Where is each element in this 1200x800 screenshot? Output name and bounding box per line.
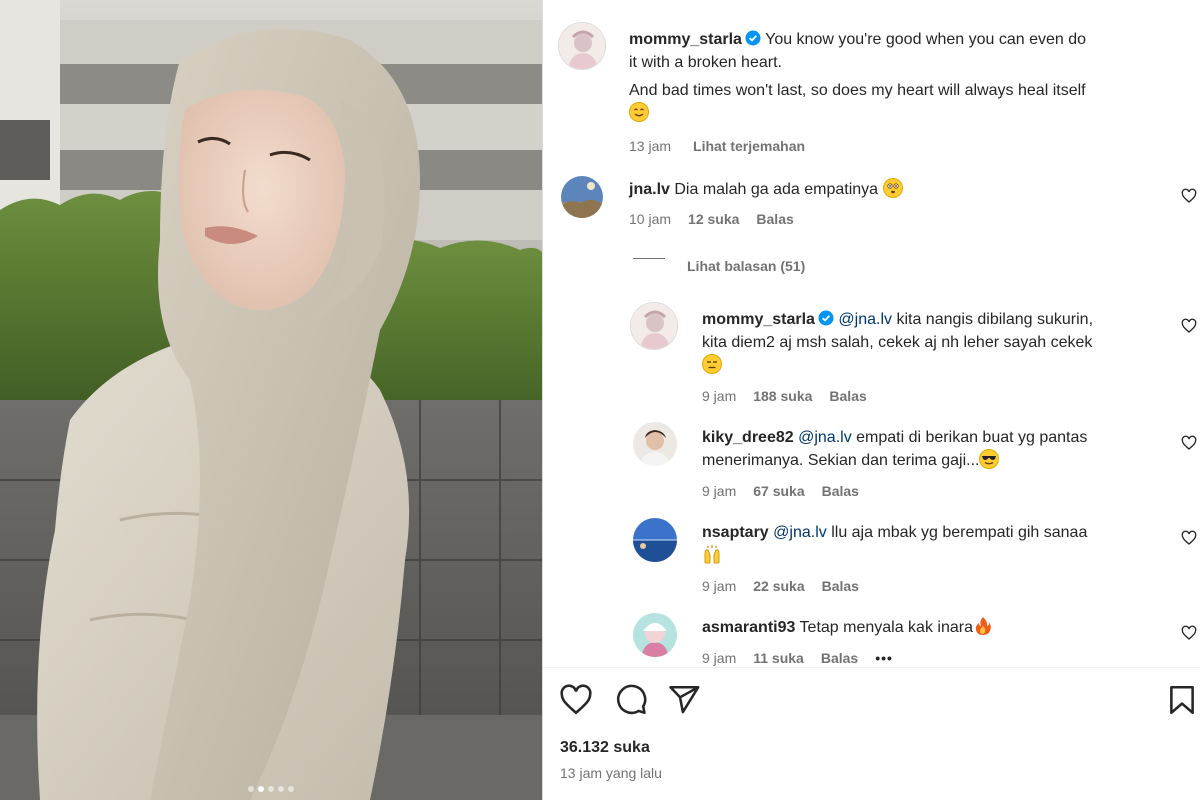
view-replies[interactable]: Lihat balasan (51): [633, 258, 805, 274]
reply-text: asmaranti93 Tetap menyala kak inara: [702, 616, 1172, 639]
reply-meta: 9 jam 67 suka Balas: [702, 483, 859, 499]
verified-icon: [818, 310, 834, 326]
more-icon[interactable]: •••: [875, 650, 893, 666]
action-bar: 36.132 suka 13 jam yang lalu: [543, 667, 1200, 800]
comment-username[interactable]: jna.lv: [629, 181, 670, 198]
reply-body: empati di berikan buat yg pantas: [856, 429, 1088, 446]
heart-icon[interactable]: [1181, 188, 1197, 204]
smiling-face-icon: [629, 102, 649, 122]
divider: [633, 258, 665, 274]
caption-text: And bad times won't last, so does my hea…: [629, 82, 1086, 99]
post-caption: mommy_starla You know you're good when y…: [629, 28, 1200, 74]
reply-likes[interactable]: 11 suka: [753, 650, 804, 666]
carousel-dot: [268, 786, 274, 792]
like-heart-icon[interactable]: [559, 683, 593, 717]
post-photo[interactable]: [0, 0, 542, 800]
post-time: 13 jam: [629, 138, 672, 154]
reply-username[interactable]: kiky_dree82: [702, 429, 794, 446]
reply-time: 9 jam: [702, 388, 737, 404]
avatar[interactable]: [561, 176, 603, 218]
reply-text: nsaptary @jna.lv llu aja mbak yg berempa…: [702, 521, 1172, 567]
reply-body: llu aja mbak yg berempati gih sanaa: [831, 524, 1088, 541]
reply-body: kita nangis dibilang sukurin,: [896, 311, 1094, 328]
raising-hands-icon: [704, 545, 720, 564]
reply-body: kita diem2 aj msh salah, cekek aj nh leh…: [702, 334, 1093, 351]
heart-icon[interactable]: [1181, 625, 1197, 641]
reply-meta: 9 jam 188 suka Balas: [702, 388, 867, 404]
heart-icon[interactable]: [1181, 435, 1197, 451]
mention-link[interactable]: @jna.lv: [838, 311, 892, 328]
post-meta: 13 jam Lihat terjemahan: [629, 138, 805, 154]
view-replies-label[interactable]: Lihat balasan (51): [687, 258, 805, 274]
mention-link[interactable]: @jna.lv: [798, 429, 852, 446]
post-timestamp: 13 jam yang lalu: [560, 765, 662, 781]
reply-body: menerimanya. Sekian dan terima gaji...: [702, 452, 980, 469]
comment-meta: 10 jam 12 suka Balas: [629, 211, 794, 227]
reply-likes[interactable]: 67 suka: [753, 483, 804, 499]
heart-icon[interactable]: [1181, 530, 1197, 546]
reply-time: 9 jam: [702, 650, 737, 666]
comment-body: Dia malah ga ada empatinya: [674, 181, 879, 198]
avatar[interactable]: [633, 613, 677, 657]
verified-icon: [745, 30, 761, 46]
reply-button[interactable]: Balas: [822, 483, 859, 499]
comment-icon[interactable]: [614, 683, 648, 717]
carousel-dot-active: [258, 786, 264, 792]
caption-line: You know you're good when you can even d…: [765, 31, 1087, 48]
fire-icon: [975, 617, 991, 635]
reply-likes[interactable]: 188 suka: [753, 388, 812, 404]
post-username[interactable]: mommy_starla: [629, 31, 742, 48]
carousel-dot: [288, 786, 294, 792]
reply-meta: 9 jam 22 suka Balas: [702, 578, 859, 594]
reply-button[interactable]: Balas: [822, 578, 859, 594]
avatar[interactable]: [630, 302, 678, 350]
bookmark-icon[interactable]: [1165, 683, 1199, 717]
avatar[interactable]: [633, 422, 677, 466]
reply-likes[interactable]: 22 suka: [753, 578, 804, 594]
reply-body: Tetap menyala kak inara: [799, 619, 973, 636]
comment-text: jna.lv Dia malah ga ada empatinya: [629, 178, 903, 201]
carousel-indicator: [0, 786, 542, 792]
mention-link[interactable]: @jna.lv: [773, 524, 827, 541]
translate-link[interactable]: Lihat terjemahan: [693, 138, 805, 154]
heart-icon[interactable]: [1181, 318, 1197, 334]
comment-likes[interactable]: 12 suka: [688, 211, 739, 227]
reply-time: 9 jam: [702, 483, 737, 499]
reply-text: kiky_dree82 @jna.lv empati di berikan bu…: [702, 426, 1172, 472]
like-count[interactable]: 36.132 suka: [560, 739, 650, 757]
reply-username[interactable]: mommy_starla: [702, 311, 815, 328]
comment-time: 10 jam: [629, 211, 672, 227]
reply-meta: 9 jam 11 suka Balas •••: [702, 650, 893, 666]
avatar[interactable]: [558, 22, 606, 70]
flushed-face-icon: [882, 178, 903, 198]
reply-button[interactable]: Balas: [829, 388, 866, 404]
reply-username[interactable]: asmaranti93: [702, 619, 795, 636]
reply-time: 9 jam: [702, 578, 737, 594]
carousel-dot: [278, 786, 284, 792]
photo-image: [0, 0, 542, 800]
caption-line: And bad times won't last, so does my hea…: [629, 79, 1200, 125]
reply-username[interactable]: nsaptary: [702, 524, 769, 541]
sunglasses-face-icon: [979, 449, 1000, 469]
reply-text: mommy_starla @jna.lv kita nangis dibilan…: [702, 308, 1172, 377]
reply-button[interactable]: Balas: [756, 211, 793, 227]
comments-panel: mommy_starla You know you're good when y…: [542, 0, 1200, 800]
caption-line: it with a broken heart.: [629, 54, 782, 71]
reply-button[interactable]: Balas: [821, 650, 858, 666]
share-icon[interactable]: [667, 683, 701, 717]
avatar[interactable]: [633, 518, 677, 562]
carousel-dot: [248, 786, 254, 792]
expressionless-face-icon: [702, 354, 722, 374]
